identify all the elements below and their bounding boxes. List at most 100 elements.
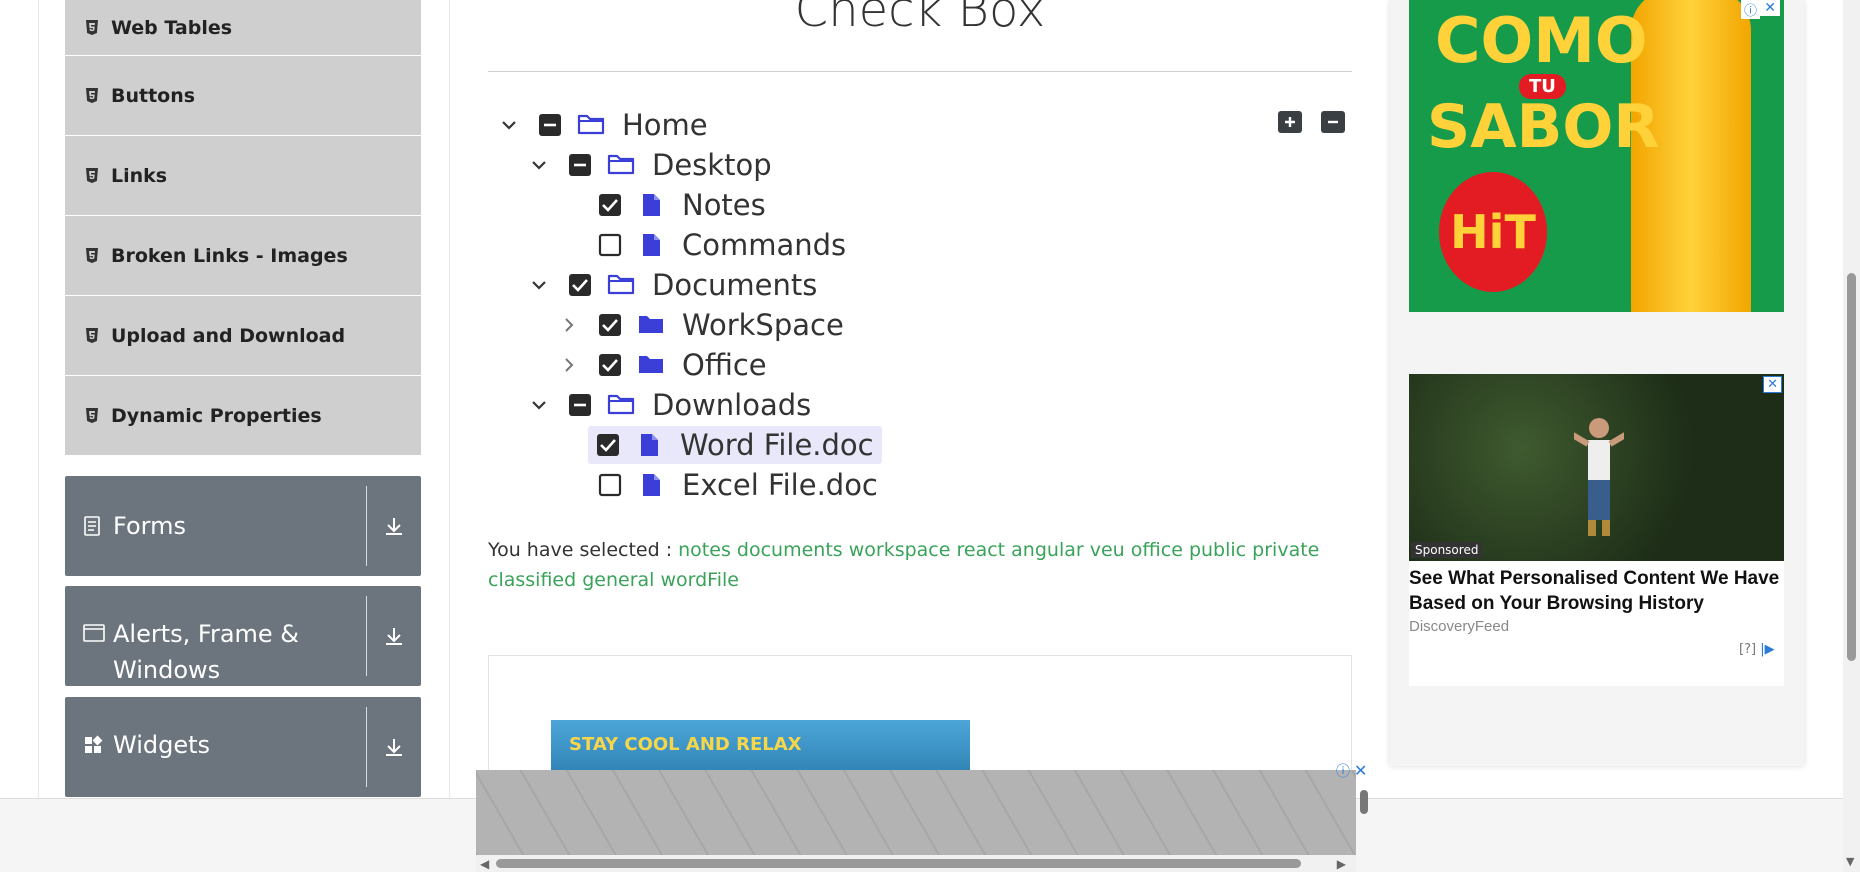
menu-item-dynamic-properties[interactable]: Dynamic Properties (65, 376, 421, 456)
partial-checkbox[interactable] (568, 393, 592, 417)
menu-item-label: Buttons (111, 84, 196, 107)
horizontal-scrollbar[interactable]: ◀ ▶ (476, 855, 1356, 872)
checked-checkbox[interactable] (598, 313, 622, 337)
selected-item: workspace (848, 539, 951, 561)
unchecked-checkbox[interactable] (598, 473, 622, 497)
adchoices-icon: |▶ (1760, 642, 1775, 657)
arrow-down-icon[interactable]: ▼ (1846, 855, 1854, 868)
html5-icon (81, 19, 103, 36)
tree-node-excel-file: Excel File.doc (554, 466, 882, 504)
tree-node-label[interactable]: Home (618, 108, 712, 142)
checked-checkbox[interactable] (568, 273, 592, 297)
file-icon (636, 193, 666, 217)
tree-node-label[interactable]: Commands (678, 228, 850, 262)
file-icon (636, 233, 666, 257)
page-title: Check Box (794, 0, 1046, 38)
sticky-ad[interactable] (476, 770, 1356, 855)
checked-checkbox[interactable] (598, 193, 622, 217)
tree-node-label[interactable]: Notes (678, 188, 770, 222)
chevron-right-icon[interactable] (554, 357, 584, 373)
ad-hit-juice[interactable]: COMO TU SABOR HiT ⓘ ✕ (1409, 0, 1784, 312)
partial-checkbox[interactable] (568, 153, 592, 177)
chevron-down-icon[interactable] (524, 400, 554, 410)
menu-item-label: Dynamic Properties (111, 404, 322, 427)
tree-node-desktop: Desktop (524, 146, 776, 184)
group-label: Forms (113, 512, 186, 540)
ad-text: COMO (1435, 4, 1648, 77)
tree-node-label[interactable]: Excel File.doc (678, 468, 882, 502)
download-arrow-icon[interactable] (367, 515, 421, 537)
group-label: Widgets (113, 731, 211, 759)
scroll-thumb[interactable] (1847, 273, 1856, 661)
file-icon (634, 433, 664, 457)
close-icon[interactable]: ✕ (1354, 761, 1367, 780)
tree-node-label[interactable]: Desktop (648, 148, 776, 182)
ad-discovery-feed[interactable]: Sponsored ✕ See What Personalised Conten… (1409, 374, 1784, 686)
chevron-right-icon[interactable] (554, 317, 584, 333)
info-icon[interactable]: ⓘ (1336, 761, 1350, 781)
close-icon[interactable]: ✕ (1763, 376, 1782, 393)
tree-node-home: Home (494, 106, 712, 144)
highlight: Word File.doc (588, 426, 882, 464)
plus-icon (1285, 117, 1295, 127)
sponsored-badge: Sponsored (1411, 542, 1483, 558)
ad-text: SABOR (1427, 92, 1660, 162)
html5-icon (81, 327, 103, 344)
brand-logo: HiT (1439, 172, 1547, 292)
arrow-left-icon[interactable]: ◀ (480, 857, 489, 871)
download-arrow-icon[interactable] (367, 625, 421, 647)
chevron-down-icon[interactable] (524, 280, 554, 290)
tree-node-word-file: Word File.doc (554, 426, 882, 464)
folder-icon (636, 313, 666, 337)
close-icon[interactable]: ✕ (1760, 0, 1780, 16)
html5-icon (81, 167, 103, 184)
elements-menu: Web Tables Buttons Links Broken Links - … (65, 0, 421, 456)
minus-icon (1328, 120, 1338, 124)
folder-open-icon (606, 273, 636, 297)
page-scrollbar[interactable]: ▼ (1843, 0, 1860, 872)
menu-item-web-tables[interactable]: Web Tables (65, 0, 421, 56)
widgets-icon (83, 735, 107, 755)
menu-item-label: Web Tables (111, 16, 233, 39)
checked-checkbox[interactable] (596, 433, 620, 457)
ad-source: DiscoveryFeed (1409, 618, 1510, 635)
menu-item-label: Upload and Download (111, 324, 346, 347)
unchecked-checkbox[interactable] (598, 233, 622, 257)
group-forms[interactable]: Forms (65, 476, 421, 576)
scroll-thumb[interactable] (496, 859, 1301, 868)
menu-item-upload-download[interactable]: Upload and Download (65, 296, 421, 376)
ad-scrollbar[interactable] (1357, 790, 1371, 850)
collapse-all-button[interactable] (1321, 111, 1345, 133)
tree-node-label[interactable]: Downloads (648, 388, 815, 422)
chevron-down-icon[interactable] (494, 120, 524, 130)
group-widgets[interactable]: Widgets (65, 697, 421, 797)
tree-node-label[interactable]: Word File.doc (676, 428, 878, 462)
tree-node-documents: Documents (524, 266, 821, 304)
group-label: Alerts, Frame & Windows (113, 620, 300, 684)
tree-node-workspace: WorkSpace (554, 306, 848, 344)
menu-item-broken-links[interactable]: Broken Links - Images (65, 216, 421, 296)
info-icon[interactable]: ⓘ (1740, 0, 1760, 19)
folder-icon (636, 353, 666, 377)
selected-item: private (1252, 539, 1320, 561)
ad-help[interactable]: [?] |▶ (1739, 642, 1775, 657)
expand-all-button[interactable] (1278, 111, 1302, 133)
checked-checkbox[interactable] (598, 353, 622, 377)
tree-node-label[interactable]: WorkSpace (678, 308, 848, 342)
menu-item-links[interactable]: Links (65, 136, 421, 216)
tree-node-label[interactable]: Office (678, 348, 771, 382)
html5-icon (81, 87, 103, 104)
selection-result: You have selected : notes documents work… (488, 535, 1352, 595)
group-alerts-frame-windows[interactable]: Alerts, Frame & Windows (65, 586, 421, 686)
download-arrow-icon[interactable] (367, 736, 421, 758)
result-prefix: You have selected : (488, 539, 673, 561)
chevron-down-icon[interactable] (524, 160, 554, 170)
menu-item-buttons[interactable]: Buttons (65, 56, 421, 136)
ad-headline[interactable]: See What Personalised Content We Have Ba… (1409, 566, 1784, 616)
person-image (1574, 418, 1624, 536)
selected-item: classified (488, 569, 577, 591)
arrow-right-icon[interactable]: ▶ (1337, 857, 1346, 871)
partial-checkbox[interactable] (538, 113, 562, 137)
selected-item: angular (1011, 539, 1084, 561)
tree-node-label[interactable]: Documents (648, 268, 821, 302)
